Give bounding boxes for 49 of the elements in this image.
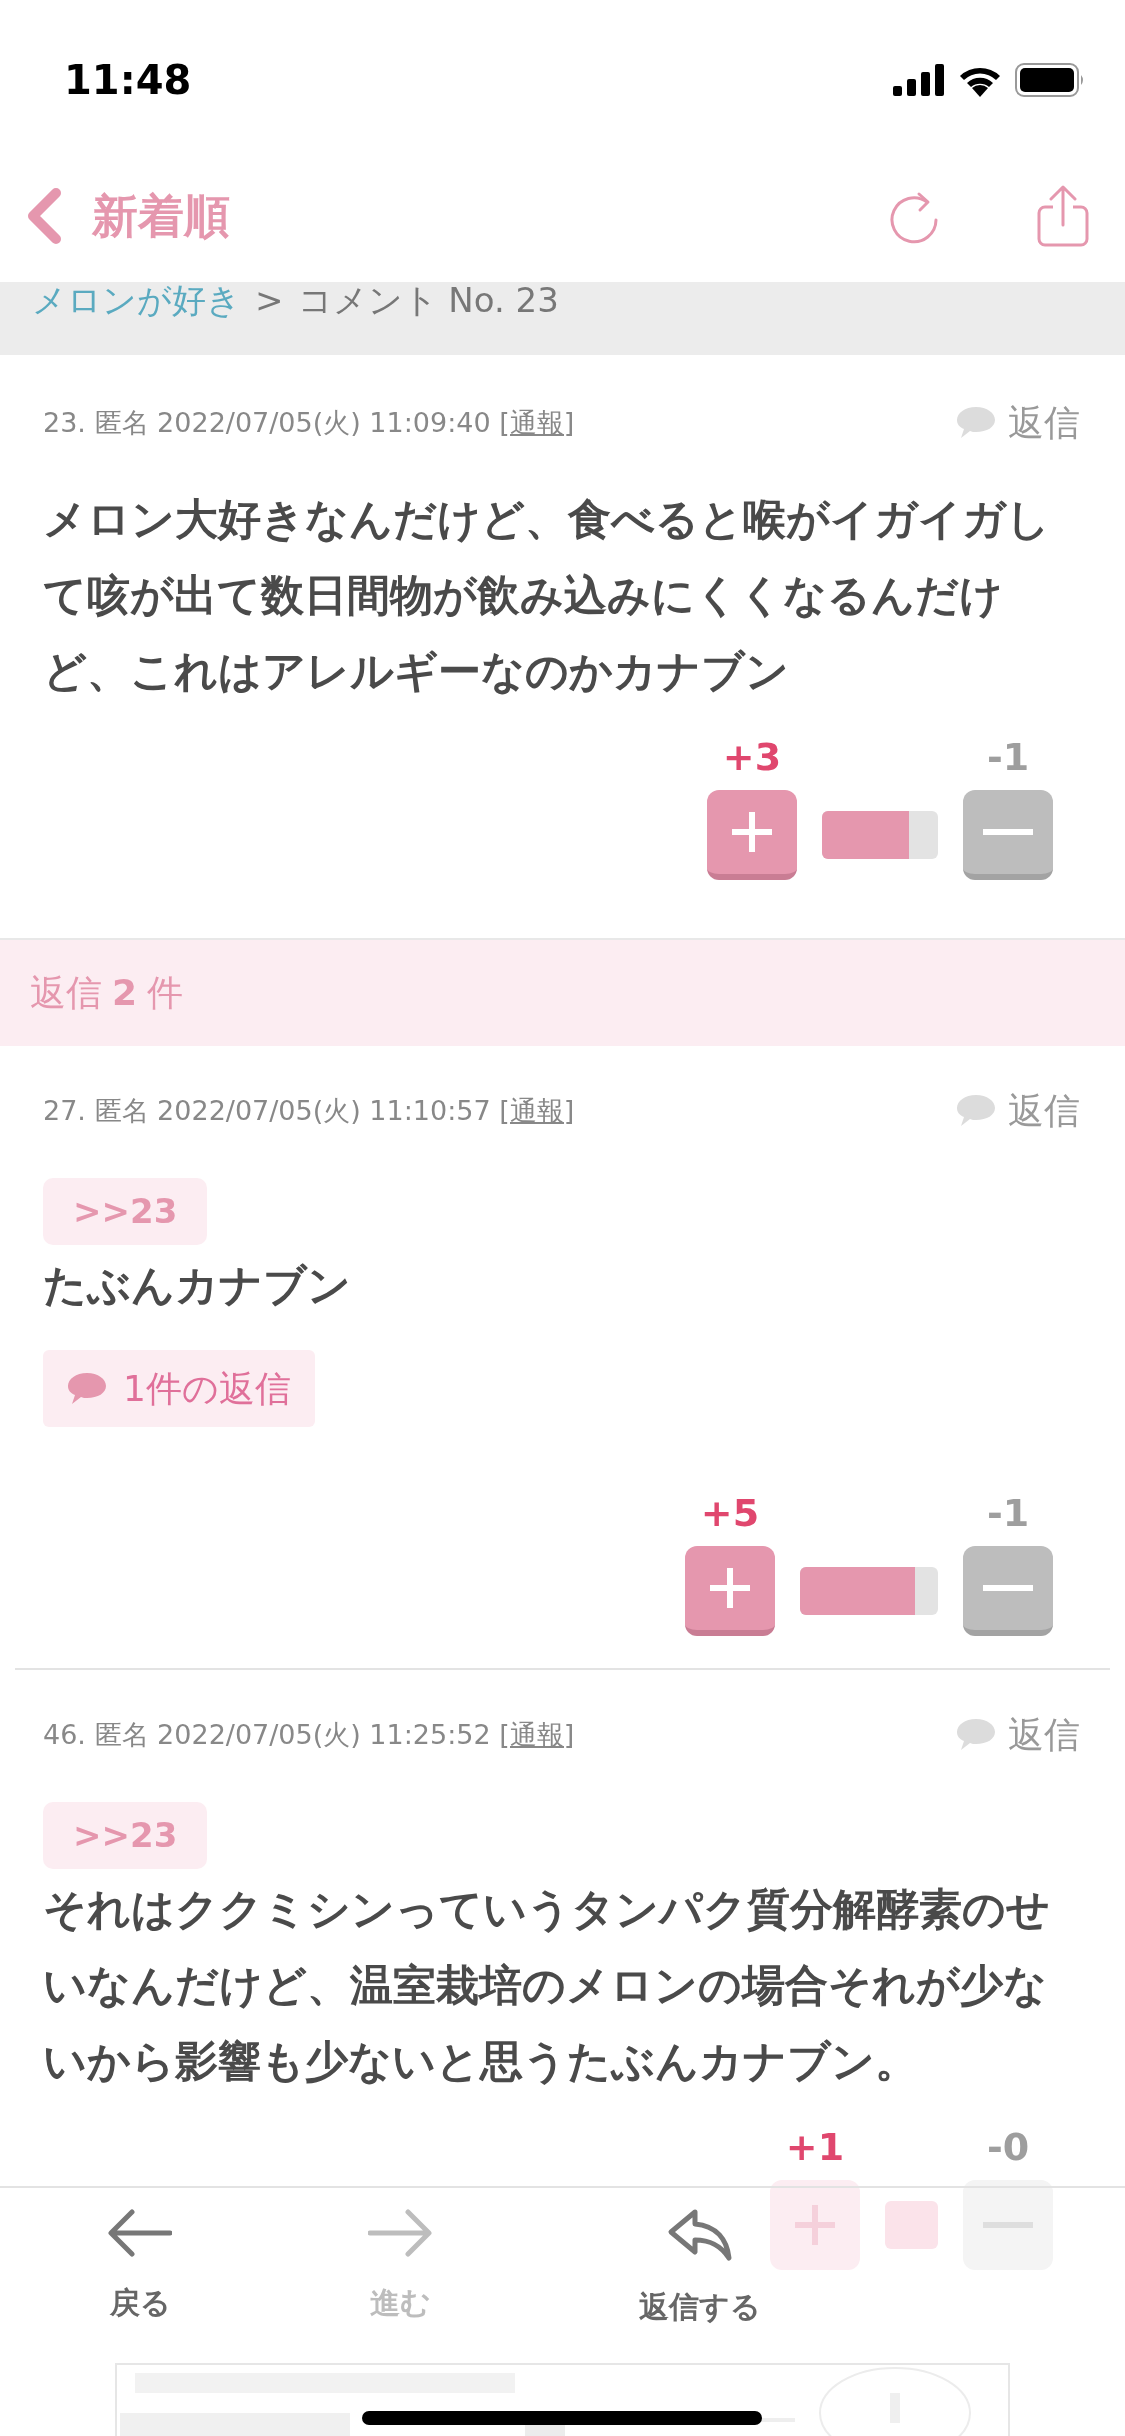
plus-button[interactable]: [707, 790, 797, 880]
back-button[interactable]: 新着順: [26, 181, 230, 251]
reply-arrow-icon: [667, 2208, 733, 2262]
plus-icon: [708, 1566, 752, 1610]
comment-body: メロン大好きなんだけど、食べると喉がイガイガして咳が出て数日間物が飲み込みにくくなるんだけど、これはアレルギーなのかカナブン: [42, 493, 1051, 698]
speech-bubble-icon: [956, 1093, 996, 1129]
reply-button[interactable]: 返信: [956, 1708, 1080, 1762]
reply-button[interactable]: 返信: [956, 396, 1080, 450]
arrow-left-icon: [108, 2208, 172, 2258]
plus-icon: [730, 810, 774, 854]
report-link[interactable]: [通報]: [499, 1094, 575, 1126]
report-link[interactable]: [通報]: [499, 406, 575, 438]
plus-icon: [793, 2203, 837, 2247]
minus-icon: [983, 828, 1033, 836]
speech-bubble-icon: [67, 1370, 107, 1407]
speech-bubble-icon: [956, 405, 996, 441]
minus-button[interactable]: [963, 1546, 1053, 1636]
anchor-link[interactable]: >>23: [43, 1178, 208, 1245]
plus-button[interactable]: [685, 1546, 775, 1636]
replies-header: 返信 2 件: [0, 938, 1125, 1046]
toolbar-button[interactable]: 返信する: [635, 2208, 765, 2329]
minus-count: -1: [985, 1493, 1031, 1533]
signal-icon: [893, 64, 945, 96]
comment-body: それはククミシンっていうタンパク質分解酵素のせいなんだけど、温室栽培のメロンの場合それが少ないから影響も少ないと思うたぶんカナブン。: [42, 1883, 1051, 2088]
toolbar-button[interactable]: 戻る: [10, 2208, 270, 2325]
breadcrumb-separator: >: [255, 282, 284, 318]
comment-body: たぶんカナブン: [42, 1259, 352, 1312]
breadcrumb-link[interactable]: メロンが好き: [32, 282, 241, 318]
comment-meta: 23. 匿名 2022/07/05(火) 11:09:40 [通報]: [43, 405, 575, 440]
reply-count-button[interactable]: 1件の返信: [43, 1350, 315, 1427]
reply-button[interactable]: 返信: [956, 1084, 1080, 1138]
speech-bubble-icon: [956, 1717, 996, 1753]
minus-count: -0: [985, 2127, 1031, 2167]
battery-icon: [1015, 63, 1085, 97]
anchor-link[interactable]: >>23: [43, 1802, 208, 1869]
plus-count: +5: [699, 1493, 761, 1533]
minus-button[interactable]: [963, 790, 1053, 880]
comment-meta: 46. 匿名 2022/07/05(火) 11:25:52 [通報]: [43, 1717, 575, 1752]
share-icon[interactable]: [1037, 185, 1089, 247]
breadcrumb-current: コメント No. 23: [297, 282, 559, 318]
minus-count: -1: [985, 737, 1031, 777]
status-time: 11:48: [64, 56, 192, 105]
minus-icon: [983, 1584, 1033, 1592]
comment-meta: 27. 匿名 2022/07/05(火) 11:10:57 [通報]: [43, 1093, 575, 1128]
chevron-left-icon: [26, 188, 62, 244]
plus-count: +1: [784, 2127, 846, 2167]
arrow-right-icon: [368, 2208, 432, 2258]
plus-count: +3: [721, 737, 783, 777]
report-link[interactable]: [通報]: [499, 1718, 575, 1750]
